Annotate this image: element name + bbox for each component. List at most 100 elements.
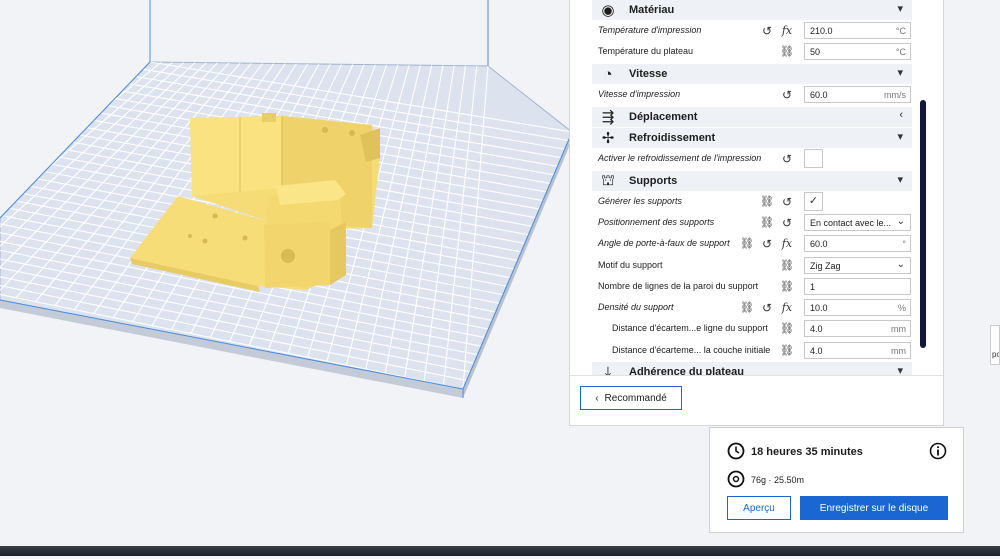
chevron-down-icon: ▾ bbox=[897, 3, 903, 15]
category-materiau[interactable]: ◉ Matériau ▾ bbox=[592, 0, 912, 20]
field-unit: % bbox=[897, 303, 906, 313]
field-unit: °C bbox=[895, 26, 906, 36]
recommended-label: Recommandé bbox=[604, 392, 667, 404]
chevron-down-icon: ▾ bbox=[897, 174, 903, 186]
field-value: 1 bbox=[810, 282, 816, 292]
link-icon[interactable]: ⛓ bbox=[760, 216, 774, 230]
link-icon[interactable]: ⛓ bbox=[740, 301, 754, 315]
spool-icon bbox=[727, 470, 745, 488]
edge-text: po bbox=[992, 350, 999, 359]
setting-temp-impression: Température d'impression ↺ fx 210.0 °C bbox=[592, 21, 914, 42]
setting-label: Densité du support bbox=[598, 302, 674, 312]
link-icon[interactable]: ⛓ bbox=[740, 237, 754, 251]
generer-supports-checkbox[interactable]: ✓ bbox=[804, 192, 823, 211]
print-settings-panel: ◉ Matériau ▾ Température d'impression ↺ … bbox=[569, 0, 944, 426]
speed-gauge-icon: ◔ bbox=[603, 65, 613, 83]
setting-label: Distance d'écarteme... la couche initial… bbox=[612, 345, 771, 355]
nombre-lignes-paroi-input[interactable]: 1 bbox=[804, 278, 911, 295]
function-icon[interactable]: fx bbox=[780, 237, 794, 251]
angle-porte-a-faux-input[interactable]: 60.0 ° bbox=[804, 235, 911, 252]
setting-densite-support: Densité du support ⛓ ↺ fx 10.0 % bbox=[592, 298, 914, 319]
link-icon[interactable]: ⛓ bbox=[780, 280, 794, 294]
setting-label: Distance d'écartem...e ligne du support bbox=[612, 323, 768, 333]
material-icon: ◉ bbox=[601, 2, 615, 19]
settings-scrollbar[interactable] bbox=[920, 100, 926, 348]
motif-support-dropdown[interactable]: Zig Zag ⌄ bbox=[804, 257, 911, 274]
field-unit: mm bbox=[891, 324, 906, 334]
reset-icon[interactable]: ↺ bbox=[780, 152, 794, 166]
densite-support-input[interactable]: 10.0 % bbox=[804, 299, 911, 316]
link-icon[interactable]: ⛓ bbox=[760, 195, 774, 209]
link-icon[interactable]: ⛓ bbox=[780, 322, 794, 336]
setting-label: Nombre de lignes de la paroi du support bbox=[598, 281, 759, 291]
material-usage: 76g · 25.50m bbox=[751, 475, 805, 485]
temp-plateau-input[interactable]: 50 °C bbox=[804, 43, 911, 60]
category-supports[interactable]: ⛫ Supports ▾ bbox=[592, 171, 912, 191]
setting-angle-porte-a-faux: Angle de porte-à-faux de support ⛓ ↺ fx … bbox=[592, 234, 914, 255]
setting-distance-couche: Distance d'écarteme... la couche initial… bbox=[592, 341, 914, 362]
category-refroidissement[interactable]: ✢ Refroidissement ▾ bbox=[592, 128, 912, 148]
save-to-disk-button[interactable]: Enregistrer sur le disque bbox=[800, 496, 948, 520]
category-deplacement[interactable]: ⇶ Déplacement ‹ bbox=[592, 107, 912, 127]
vitesse-impression-input[interactable]: 60.0 mm/s bbox=[804, 86, 911, 103]
function-icon[interactable]: fx bbox=[780, 301, 794, 315]
reset-icon[interactable]: ↺ bbox=[780, 195, 794, 209]
field-unit: mm bbox=[891, 346, 906, 356]
clock-icon bbox=[727, 442, 745, 460]
field-unit: ° bbox=[902, 239, 906, 249]
category-title: Refroidissement bbox=[629, 132, 716, 144]
setting-positionnement-supports: Positionnement des supports ⛓ ↺ En conta… bbox=[592, 213, 914, 234]
field-value: 4.0 bbox=[810, 346, 823, 356]
link-icon[interactable]: ⛓ bbox=[780, 259, 794, 273]
travel-icon: ⇶ bbox=[601, 109, 615, 126]
field-value: Zig Zag bbox=[810, 261, 841, 271]
chevron-left-icon: ‹ bbox=[899, 109, 903, 121]
support-icon: ⛫ bbox=[601, 171, 615, 189]
category-title: Supports bbox=[629, 175, 678, 187]
field-unit: °C bbox=[895, 47, 906, 57]
field-value: En contact avec le... bbox=[810, 218, 892, 228]
offscreen-window-edge: po bbox=[990, 325, 1000, 365]
fan-icon: ✢ bbox=[601, 130, 615, 147]
reset-icon[interactable]: ↺ bbox=[780, 88, 794, 102]
distance-couche-input[interactable]: 4.0 mm bbox=[804, 342, 911, 359]
recommended-mode-button[interactable]: ‹ Recommandé bbox=[580, 386, 682, 410]
reset-icon[interactable]: ↺ bbox=[780, 216, 794, 230]
setting-generer-supports: Générer les supports ⛓ ↺ ✓ bbox=[592, 192, 914, 213]
category-vitesse[interactable]: ◔ Vitesse ▾ bbox=[592, 64, 912, 84]
adhesion-icon: ⤓ bbox=[604, 363, 612, 376]
function-icon[interactable]: fx bbox=[780, 24, 794, 38]
activer-refroidissement-checkbox[interactable] bbox=[804, 149, 823, 168]
settings-scroll-area[interactable]: ◉ Matériau ▾ Température d'impression ↺ … bbox=[570, 0, 943, 375]
temp-impression-input[interactable]: 210.0 °C bbox=[804, 22, 911, 39]
link-icon[interactable]: ⛓ bbox=[780, 344, 794, 358]
print-info-card: 18 heures 35 minutes 76g · 25.50m Aperçu… bbox=[709, 427, 964, 533]
link-icon[interactable]: ⛓ bbox=[780, 45, 794, 59]
chevron-down-icon: ▾ bbox=[897, 365, 903, 375]
field-value: 60.0 bbox=[810, 239, 828, 249]
category-title: Adhérence du plateau bbox=[629, 366, 744, 375]
setting-label: Température d'impression bbox=[598, 25, 702, 35]
reset-icon[interactable]: ↺ bbox=[760, 301, 774, 315]
chevron-down-icon: ⌄ bbox=[896, 216, 905, 227]
reset-icon[interactable]: ↺ bbox=[760, 24, 774, 38]
reset-icon[interactable]: ↺ bbox=[760, 237, 774, 251]
category-title: Matériau bbox=[629, 4, 675, 16]
setting-label: Générer les supports bbox=[598, 196, 683, 206]
preview-button[interactable]: Aperçu bbox=[727, 496, 791, 520]
distance-ligne-input[interactable]: 4.0 mm bbox=[804, 320, 911, 337]
setting-activer-refroidissement: Activer le refroidissement de l'impressi… bbox=[592, 149, 914, 170]
info-icon[interactable] bbox=[929, 442, 947, 460]
category-adherence[interactable]: ⤓ Adhérence du plateau ▾ bbox=[592, 362, 912, 375]
chevron-down-icon: ▾ bbox=[897, 131, 903, 143]
setting-motif-support: Motif du support ⛓ Zig Zag ⌄ bbox=[592, 256, 914, 277]
print-time: 18 heures 35 minutes bbox=[751, 446, 863, 458]
positionnement-supports-dropdown[interactable]: En contact avec le... ⌄ bbox=[804, 214, 911, 231]
chevron-down-icon: ⌄ bbox=[896, 259, 905, 270]
field-value: 10.0 bbox=[810, 303, 828, 313]
setting-label: Positionnement des supports bbox=[598, 217, 715, 227]
panel-footer: ‹ Recommandé bbox=[570, 375, 943, 426]
field-value: 50 bbox=[810, 47, 821, 57]
setting-vitesse-impression: Vitesse d'impression ↺ 60.0 mm/s bbox=[592, 85, 914, 106]
field-unit: mm/s bbox=[884, 90, 906, 100]
